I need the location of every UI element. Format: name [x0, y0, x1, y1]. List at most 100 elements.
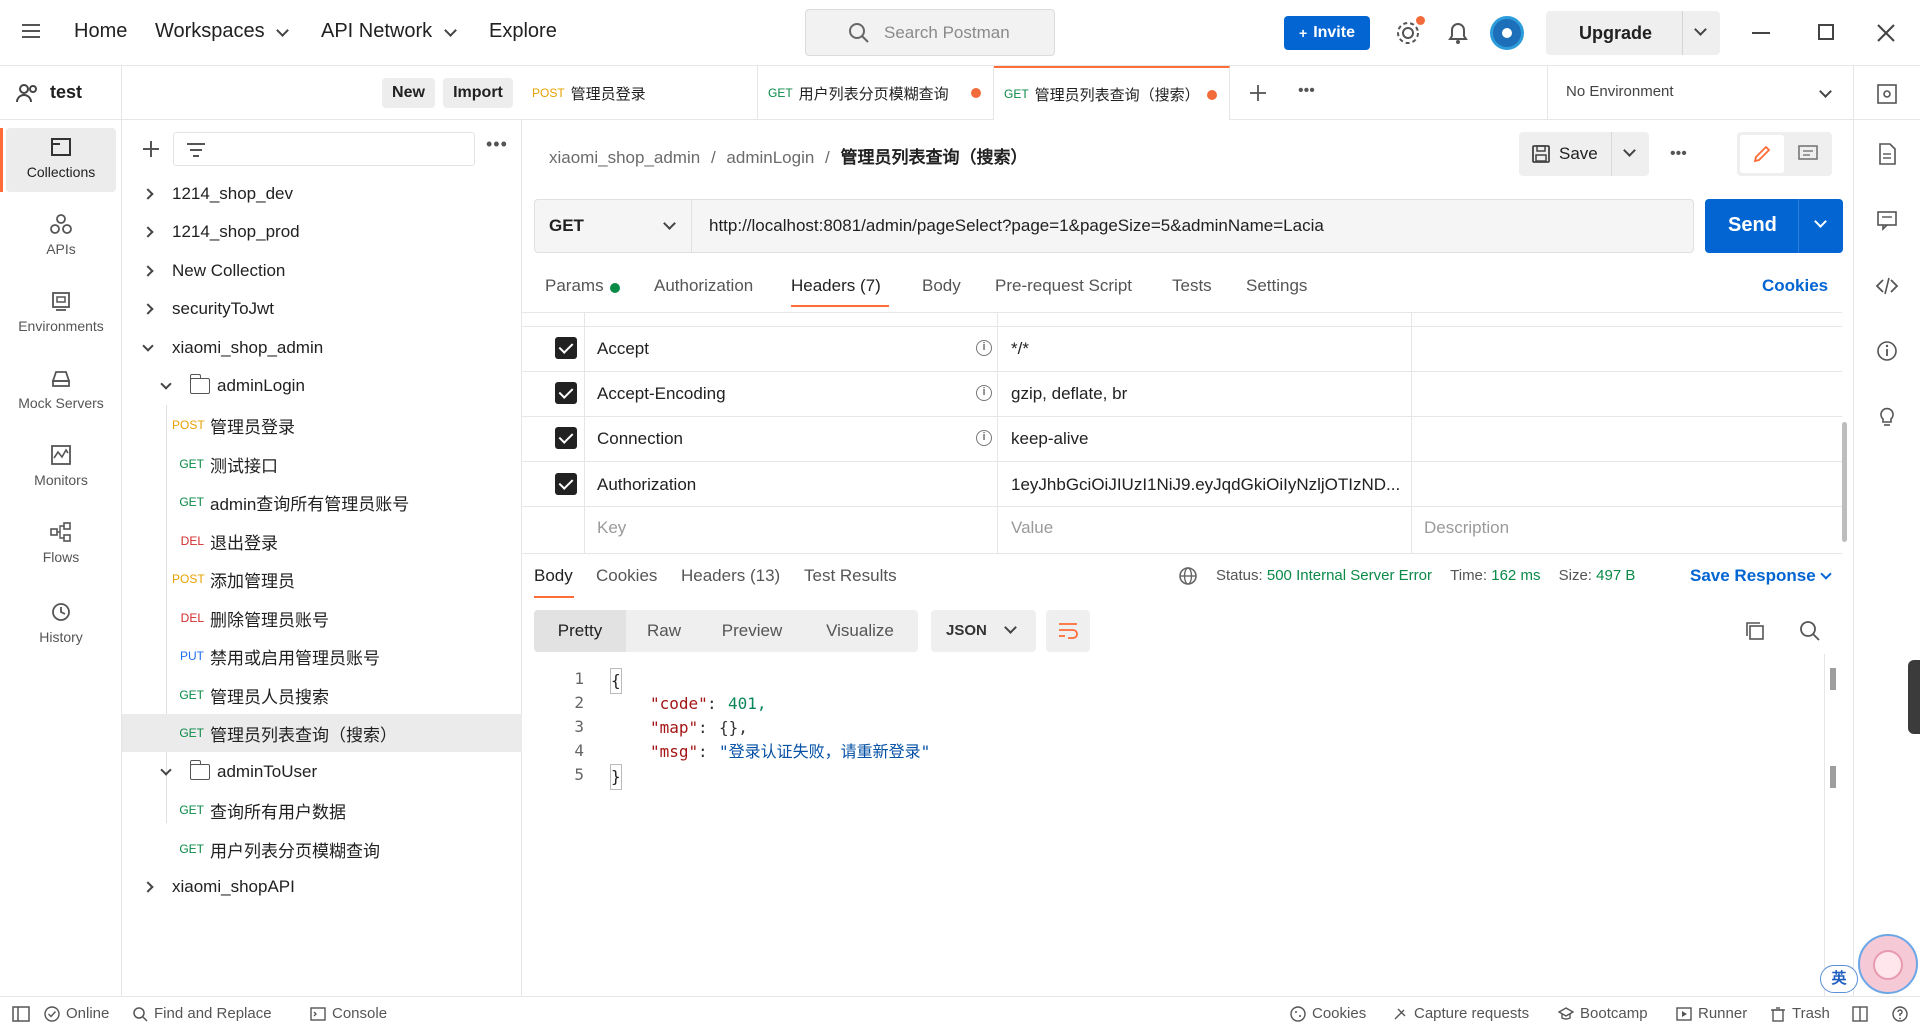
- floating-assistant-avatar[interactable]: [1858, 934, 1918, 994]
- response-tab-cookies[interactable]: Cookies: [596, 566, 657, 586]
- tab-body[interactable]: Body: [922, 276, 961, 296]
- request-item[interactable]: POST 管理员登录: [122, 406, 522, 444]
- search-response-icon[interactable]: [1799, 620, 1821, 642]
- new-button[interactable]: New: [382, 78, 435, 108]
- format-preview[interactable]: Preview: [702, 610, 802, 652]
- status-value[interactable]: 500 Internal Server Error: [1267, 567, 1432, 584]
- request-item[interactable]: POST 添加管理员: [122, 560, 522, 598]
- tab-params[interactable]: Params: [545, 276, 604, 296]
- rail-history[interactable]: History: [6, 593, 116, 657]
- two-pane-icon[interactable]: [1852, 1006, 1868, 1022]
- online-status[interactable]: Online: [44, 1005, 109, 1022]
- request-item[interactable]: GET 查询所有用户数据: [122, 791, 522, 829]
- collection-item[interactable]: New Collection: [122, 252, 522, 290]
- request-item[interactable]: DEL 删除管理员账号: [122, 599, 522, 637]
- header-key[interactable]: Accept-Encoding: [597, 384, 726, 404]
- documentation-icon[interactable]: [1875, 142, 1899, 166]
- collection-item[interactable]: 1214_shop_dev: [122, 175, 522, 213]
- header-key[interactable]: Authorization: [597, 475, 696, 495]
- copy-icon[interactable]: [1744, 620, 1766, 642]
- bootcamp-button[interactable]: Bootcamp: [1558, 1005, 1648, 1022]
- tab-authorization[interactable]: Authorization: [654, 276, 753, 296]
- header-checkbox[interactable]: [555, 382, 577, 404]
- filter-input[interactable]: [173, 132, 475, 166]
- response-tab-test-results[interactable]: Test Results: [804, 566, 897, 586]
- wrap-lines-button[interactable]: [1046, 610, 1090, 652]
- format-raw[interactable]: Raw: [626, 610, 702, 652]
- collection-item[interactable]: xiaomi_shop_admin: [122, 329, 522, 367]
- collection-item[interactable]: securityToJwt: [122, 290, 522, 328]
- url-input[interactable]: http://localhost:8081/admin/pageSelect?p…: [709, 216, 1324, 236]
- add-icon[interactable]: [142, 140, 160, 158]
- header-key[interactable]: Accept: [597, 339, 649, 359]
- nav-explore[interactable]: Explore: [489, 20, 557, 43]
- nav-workspaces[interactable]: Workspaces: [155, 20, 265, 43]
- send-button[interactable]: Send: [1705, 199, 1843, 253]
- ime-indicator[interactable]: 英: [1820, 965, 1858, 993]
- folder-item[interactable]: adminLogin: [122, 367, 522, 405]
- request-item[interactable]: GET 管理员人员搜索: [122, 676, 522, 714]
- size-value[interactable]: 497 B: [1596, 567, 1635, 584]
- chevron-down-icon[interactable]: [1694, 23, 1707, 36]
- breadcrumb-collection[interactable]: xiaomi_shop_admin: [549, 148, 700, 167]
- rail-monitors[interactable]: Monitors: [6, 436, 116, 500]
- folder-item[interactable]: adminToUser: [122, 753, 522, 791]
- chevron-down-icon[interactable]: [1820, 568, 1832, 580]
- rail-apis[interactable]: APIs: [6, 205, 116, 269]
- upgrade-button[interactable]: Upgrade: [1546, 11, 1720, 55]
- request-more-icon[interactable]: •••: [1670, 145, 1687, 163]
- add-tab-icon[interactable]: [1249, 84, 1267, 102]
- language-select[interactable]: JSON: [931, 610, 1036, 652]
- tab-request-active[interactable]: GET 管理员列表查询（搜索）: [994, 66, 1230, 120]
- method-select[interactable]: GET: [535, 200, 692, 252]
- search-input[interactable]: Search Postman: [805, 9, 1055, 56]
- tab-tests[interactable]: Tests: [1172, 276, 1212, 296]
- header-value[interactable]: */*: [1011, 339, 1029, 359]
- lightbulb-icon[interactable]: [1875, 404, 1899, 428]
- header-checkbox[interactable]: [555, 473, 577, 495]
- request-item[interactable]: DEL 退出登录: [122, 522, 522, 560]
- request-item[interactable]: PUT 禁用或启用管理员账号: [122, 637, 522, 675]
- format-visualize[interactable]: Visualize: [802, 610, 918, 652]
- new-header-description-input[interactable]: Description: [1424, 518, 1509, 538]
- rail-environments[interactable]: Environments: [6, 282, 116, 346]
- bell-icon[interactable]: [1446, 20, 1470, 46]
- collection-item[interactable]: xiaomi_shopAPI: [122, 868, 522, 906]
- comment-icon[interactable]: [1797, 144, 1819, 164]
- rail-flows[interactable]: Flows: [6, 513, 116, 577]
- nav-home[interactable]: Home: [74, 20, 127, 43]
- new-header-key-input[interactable]: Key: [597, 518, 626, 538]
- nav-api-network[interactable]: API Network: [321, 20, 432, 43]
- info-icon[interactable]: i: [976, 340, 992, 356]
- breadcrumb-folder[interactable]: adminLogin: [726, 148, 814, 167]
- code-icon[interactable]: [1875, 274, 1899, 298]
- new-header-value-input[interactable]: Value: [1011, 518, 1053, 538]
- tab-settings[interactable]: Settings: [1246, 276, 1307, 296]
- rail-mock-servers[interactable]: Mock Servers: [6, 359, 116, 423]
- response-tab-headers[interactable]: Headers (13): [681, 566, 780, 586]
- environment-select[interactable]: No Environment: [1548, 66, 1853, 120]
- cookies-link[interactable]: Cookies: [1762, 276, 1828, 296]
- import-button[interactable]: Import: [443, 78, 513, 108]
- info-icon[interactable]: i: [976, 430, 992, 446]
- request-item[interactable]: GET 测试接口: [122, 445, 522, 483]
- info-panel-icon[interactable]: [1875, 339, 1899, 363]
- header-key[interactable]: Connection: [597, 429, 683, 449]
- tab-request[interactable]: POST 管理员登录: [522, 66, 758, 120]
- time-value[interactable]: 162 ms: [1491, 567, 1540, 584]
- request-item[interactable]: GET 用户列表分页模糊查询: [122, 830, 522, 868]
- request-item[interactable]: GET admin查询所有管理员账号: [122, 483, 522, 521]
- format-pretty[interactable]: Pretty: [534, 610, 626, 652]
- find-and-replace-button[interactable]: Find and Replace: [132, 1005, 272, 1022]
- maximize-button[interactable]: [1818, 24, 1834, 40]
- cookies-button[interactable]: Cookies: [1290, 1005, 1366, 1022]
- invite-button[interactable]: + Invite: [1284, 16, 1370, 50]
- globe-icon[interactable]: [1178, 566, 1198, 586]
- response-scrollbar[interactable]: [1830, 668, 1836, 690]
- chevron-down-icon[interactable]: [1623, 144, 1636, 157]
- info-icon[interactable]: i: [976, 385, 992, 401]
- tab-request[interactable]: GET 用户列表分页模糊查询: [758, 66, 994, 120]
- tab-pre-request-script[interactable]: Pre-request Script: [995, 276, 1132, 296]
- header-checkbox[interactable]: [555, 337, 577, 359]
- tab-more-icon[interactable]: •••: [1298, 82, 1315, 100]
